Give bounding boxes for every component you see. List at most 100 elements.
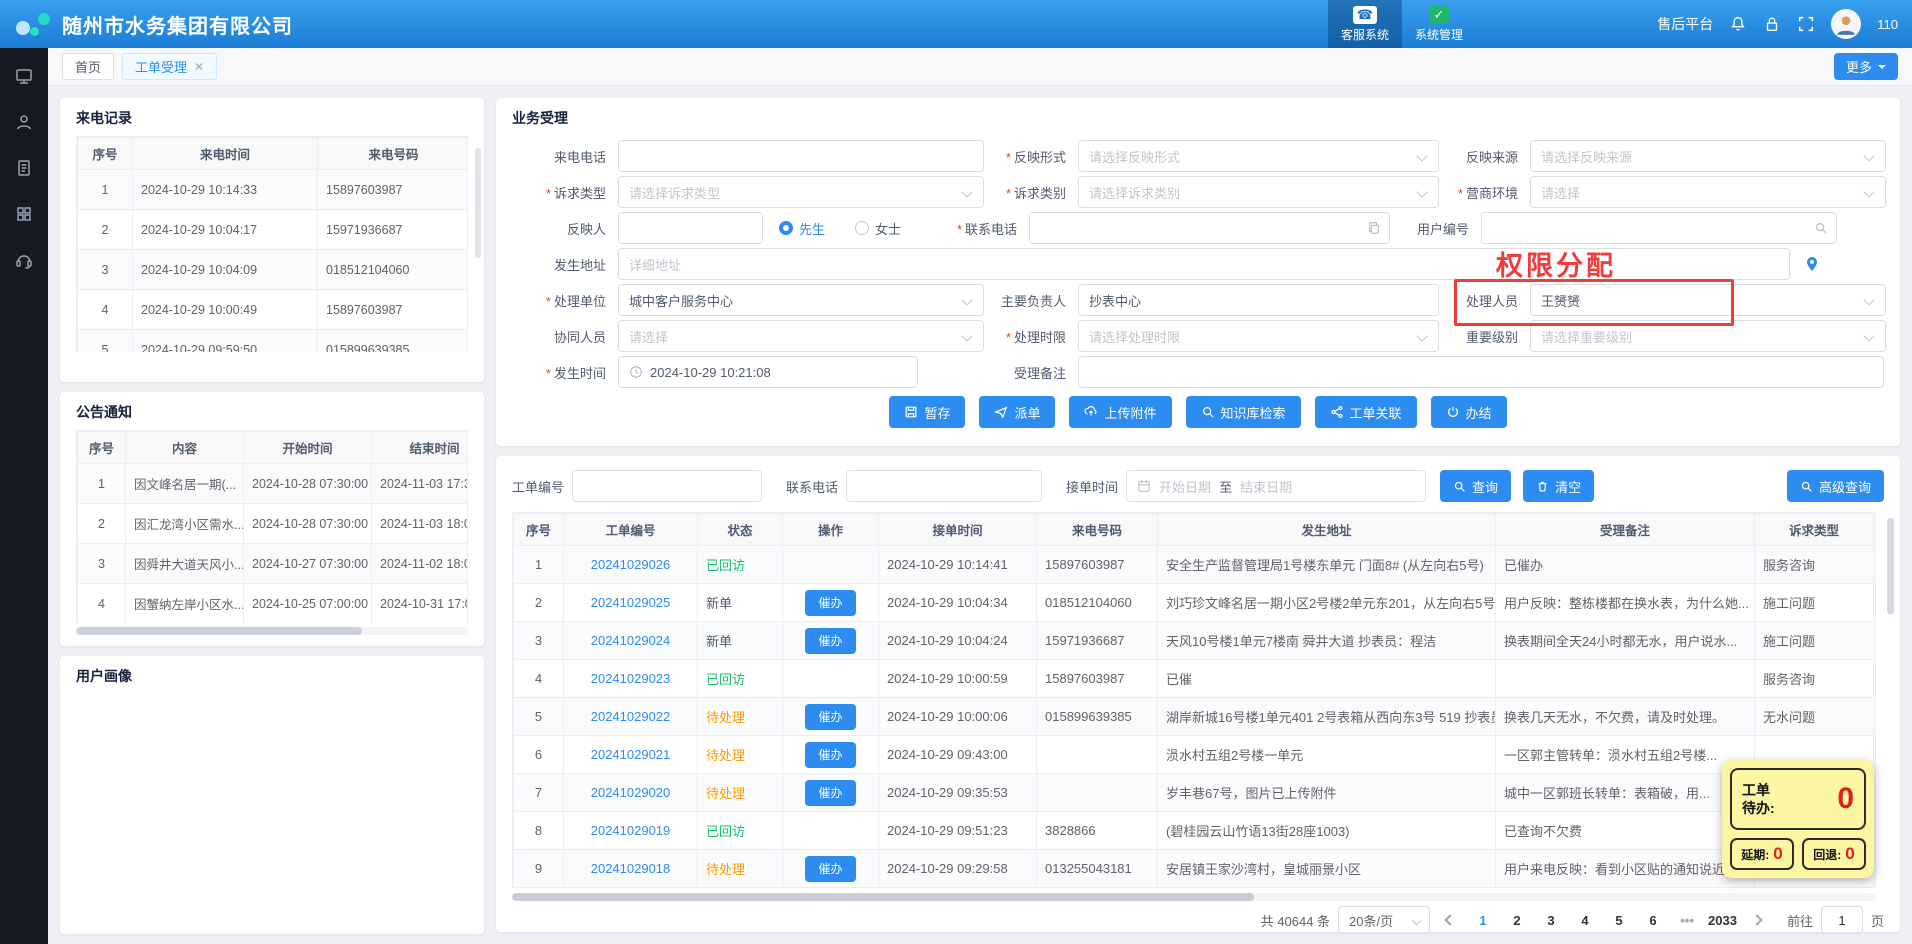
tab-work-order[interactable]: 工单受理 bbox=[122, 53, 217, 80]
save-draft-button[interactable]: 暂存 bbox=[889, 396, 965, 428]
reporter-input[interactable] bbox=[618, 212, 763, 244]
scrollbar[interactable] bbox=[475, 148, 481, 258]
next-page-icon[interactable] bbox=[1745, 906, 1769, 934]
user-no-input[interactable] bbox=[1481, 212, 1837, 244]
goto-page-input[interactable]: 1 bbox=[1821, 906, 1863, 934]
close-icon[interactable] bbox=[194, 60, 204, 74]
order-row[interactable]: 7 20241029020 待处理 催办 2024-10-29 09:35:53… bbox=[514, 774, 1874, 812]
table-row[interactable]: 42024-10-29 10:00:4915897603987 bbox=[78, 290, 469, 330]
urge-button[interactable]: 催办 bbox=[805, 704, 855, 730]
remark-input[interactable] bbox=[1078, 356, 1884, 388]
order-no-link[interactable]: 20241029023 bbox=[564, 660, 698, 698]
reflect-source-select[interactable]: 请选择反映来源 bbox=[1530, 140, 1886, 172]
fullscreen-icon[interactable] bbox=[1797, 15, 1815, 33]
collaborator-label: 协同人员 bbox=[512, 327, 618, 346]
order-row[interactable]: 8 20241029019 已回访 2024-10-29 09:51:23 38… bbox=[514, 812, 1874, 850]
table-row[interactable]: 1因文峰名居一期(...2024-10-28 07:30:002024-11-0… bbox=[78, 464, 469, 504]
tab-home[interactable]: 首页 bbox=[62, 53, 114, 80]
occur-time-picker[interactable]: 2024-10-29 10:21:08 bbox=[618, 356, 918, 388]
monitor-icon[interactable] bbox=[14, 66, 34, 86]
order-row[interactable]: 4 20241029023 已回访 2024-10-29 10:00:59 15… bbox=[514, 660, 1874, 698]
table-row[interactable]: 12024-10-29 10:14:3315897603987 bbox=[78, 170, 469, 210]
time-limit-select[interactable]: 请选择处理时限 bbox=[1078, 320, 1439, 352]
bell-icon[interactable] bbox=[1729, 15, 1747, 33]
urge-button[interactable]: 催办 bbox=[805, 628, 855, 654]
order-no-link[interactable]: 20241029019 bbox=[564, 812, 698, 850]
order-no-link[interactable]: 20241029026 bbox=[564, 546, 698, 584]
table-row[interactable]: 22024-10-29 10:04:1715971936687 bbox=[78, 210, 469, 250]
ellipsis-pages[interactable]: ••• bbox=[1674, 906, 1700, 934]
order-no-link[interactable]: 20241029020 bbox=[564, 774, 698, 812]
table-row[interactable]: 2因汇龙湾小区需水...2024-10-28 07:30:002024-11-0… bbox=[78, 504, 469, 544]
principal-input[interactable]: 抄表中心 bbox=[1078, 284, 1439, 316]
headset-icon[interactable] bbox=[14, 250, 34, 270]
page-number[interactable]: 1 bbox=[1470, 906, 1496, 934]
clear-button[interactable]: 清空 bbox=[1523, 470, 1594, 502]
page-number[interactable]: 3 bbox=[1538, 906, 1564, 934]
document-icon[interactable] bbox=[14, 158, 34, 178]
order-row[interactable]: 9 20241029018 待处理 催办 2024-10-29 09:29:58… bbox=[514, 850, 1874, 888]
nav-system-management[interactable]: 系统管理 bbox=[1402, 0, 1476, 48]
table-row[interactable]: 52024-10-29 09:59:50015899639385 bbox=[78, 330, 469, 353]
lock-icon[interactable] bbox=[1763, 15, 1781, 33]
horizontal-scrollbar[interactable] bbox=[76, 627, 468, 635]
more-button[interactable]: 更多 bbox=[1834, 53, 1898, 80]
urge-button[interactable]: 催办 bbox=[805, 742, 855, 768]
location-pin-icon[interactable] bbox=[1804, 256, 1820, 272]
user-icon[interactable] bbox=[14, 112, 34, 132]
copy-icon[interactable] bbox=[1367, 221, 1381, 235]
order-no-link[interactable]: 20241029018 bbox=[564, 850, 698, 888]
order-no-link[interactable]: 20241029022 bbox=[564, 698, 698, 736]
appeal-type-select[interactable]: 请选择诉求类型 bbox=[618, 176, 984, 208]
complete-button[interactable]: 办结 bbox=[1431, 396, 1507, 428]
urge-button[interactable]: 催办 bbox=[805, 856, 855, 882]
table-row[interactable]: 32024-10-29 10:04:09018512104060 bbox=[78, 250, 469, 290]
order-no-link[interactable]: 20241029025 bbox=[564, 584, 698, 622]
handle-unit-select[interactable]: 城中客户服务中心 bbox=[618, 284, 984, 316]
order-row[interactable]: 5 20241029022 待处理 催办 2024-10-29 10:00:06… bbox=[514, 698, 1874, 736]
nav-customer-service-system[interactable]: 客服系统 bbox=[1328, 0, 1402, 48]
page-number-last[interactable]: 2033 bbox=[1708, 906, 1737, 934]
knowledge-search-button[interactable]: 知识库检索 bbox=[1186, 396, 1301, 428]
todo-floating-widget[interactable]: 工单待办: 0 延期: 0 回退: 0 bbox=[1722, 760, 1874, 878]
gender-radio-mr[interactable]: 先生 bbox=[779, 219, 825, 238]
user-avatar[interactable] bbox=[1831, 9, 1861, 39]
table-row[interactable]: 3因舜井大道天风小...2024-10-27 07:30:002024-11-0… bbox=[78, 544, 469, 584]
upload-attachment-button[interactable]: 上传附件 bbox=[1069, 396, 1171, 428]
page-number[interactable]: 5 bbox=[1606, 906, 1632, 934]
order-no-link[interactable]: 20241029024 bbox=[564, 622, 698, 660]
order-row[interactable]: 3 20241029024 新单 催办 2024-10-29 10:04:24 … bbox=[514, 622, 1874, 660]
grid-icon[interactable] bbox=[14, 204, 34, 224]
urge-button[interactable]: 催办 bbox=[805, 780, 855, 806]
call-phone-input[interactable] bbox=[618, 140, 984, 172]
date-range-picker[interactable]: 开始日期 至 结束日期 bbox=[1126, 470, 1426, 502]
contact-phone-input[interactable] bbox=[1029, 212, 1390, 244]
table-row[interactable]: 4因蟹纳左岸小区水...2024-10-25 07:00:002024-10-3… bbox=[78, 584, 469, 624]
order-link-button[interactable]: 工单关联 bbox=[1315, 396, 1417, 428]
business-env-select[interactable]: 请选择 bbox=[1530, 176, 1886, 208]
collaborator-select[interactable]: 请选择 bbox=[618, 320, 984, 352]
page-number[interactable]: 6 bbox=[1640, 906, 1666, 934]
dispatch-button[interactable]: 派单 bbox=[979, 396, 1055, 428]
reflect-form-select[interactable]: 请选择反映形式 bbox=[1078, 140, 1439, 172]
query-button[interactable]: 查询 bbox=[1440, 470, 1511, 502]
order-row[interactable]: 1 20241029026 已回访 2024-10-29 10:14:41 15… bbox=[514, 546, 1874, 584]
vertical-scrollbar[interactable] bbox=[1887, 516, 1894, 888]
urge-button[interactable]: 催办 bbox=[805, 590, 855, 616]
horizontal-scrollbar[interactable] bbox=[512, 893, 1876, 901]
prev-page-icon[interactable] bbox=[1438, 906, 1462, 934]
order-row[interactable]: 2 20241029025 新单 催办 2024-10-29 10:04:34 … bbox=[514, 584, 1874, 622]
gender-radio-ms[interactable]: 女士 bbox=[855, 219, 901, 238]
order-no-link[interactable]: 20241029021 bbox=[564, 736, 698, 774]
after-sales-platform-link[interactable]: 售后平台 bbox=[1657, 14, 1713, 34]
order-no-input[interactable] bbox=[572, 470, 762, 502]
search-icon[interactable] bbox=[1814, 221, 1828, 235]
advanced-query-button[interactable]: 高级查询 bbox=[1787, 470, 1884, 502]
page-number[interactable]: 2 bbox=[1504, 906, 1530, 934]
appeal-category-select[interactable]: 请选择诉求类别 bbox=[1078, 176, 1439, 208]
page-number[interactable]: 4 bbox=[1572, 906, 1598, 934]
phone-input[interactable] bbox=[846, 470, 1042, 502]
start-date-placeholder: 开始日期 bbox=[1159, 477, 1211, 496]
page-size-select[interactable]: 20条/页 bbox=[1338, 906, 1430, 934]
order-row[interactable]: 6 20241029021 待处理 催办 2024-10-29 09:43:00… bbox=[514, 736, 1874, 774]
